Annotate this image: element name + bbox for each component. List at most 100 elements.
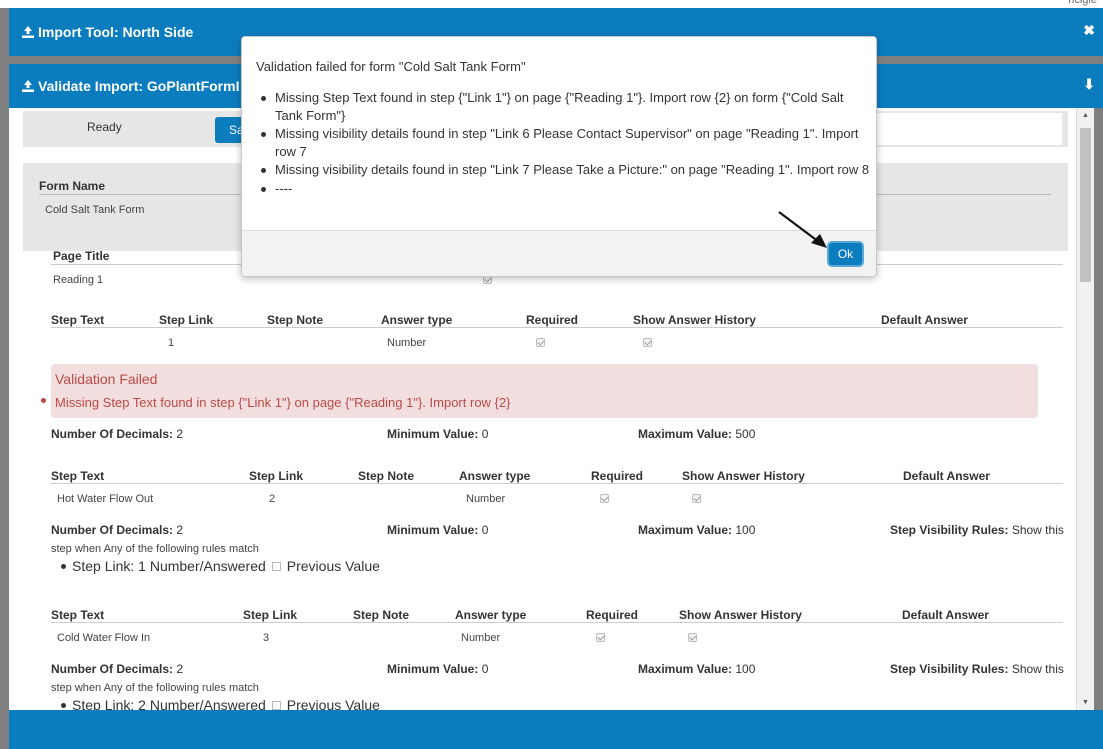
annotation-arrow-icon — [778, 211, 827, 248]
visibility-label: Step Visibility Rules: — [890, 662, 1009, 676]
top-strip: ncigle — [0, 0, 1103, 8]
answer-type-value: Number — [461, 632, 501, 644]
arrow-down-icon[interactable]: ⬇ — [1083, 76, 1095, 93]
rule-item: Step Link: 2 Number/Answered Previous Va… — [61, 697, 380, 710]
max-field: Maximum Value: 100 — [638, 662, 755, 676]
col-step-note: Step Note — [358, 469, 415, 483]
decimals-value: 2 — [176, 523, 184, 537]
col-step-text: Step Text — [51, 608, 105, 622]
previous-value-label: Previous Value — [286, 558, 380, 574]
col-step-link: Step Link — [249, 469, 304, 483]
bottom-footer-bar — [9, 710, 1103, 749]
col-answer-type: Answer type — [381, 313, 453, 327]
step-link-value: 1 — [168, 337, 175, 349]
col-step-text: Step Text — [51, 313, 105, 327]
dialog-error-list: Missing Step Text found in step {"Link 1… — [260, 89, 870, 198]
list-item: Missing visibility details found in step… — [260, 125, 870, 160]
show-history-checkbox — [692, 494, 701, 503]
rule-text: Step Link: 2 Number/Answered — [72, 697, 266, 710]
divider — [51, 622, 1063, 623]
show-history-checkbox — [643, 338, 652, 347]
col-step-note: Step Note — [267, 313, 324, 327]
step-text-value: Cold Water Flow In — [57, 632, 151, 644]
bullet — [41, 398, 46, 403]
list-item: ---- — [260, 180, 870, 198]
form-name-header: Form Name — [39, 179, 106, 193]
required-checkbox — [536, 338, 545, 347]
max-label: Maximum Value: — [638, 662, 733, 676]
min-field: Minimum Value: 0 — [387, 523, 488, 537]
rules-intro: step when Any of the following rules mat… — [51, 543, 259, 555]
previous-value-checkbox[interactable] — [271, 561, 281, 571]
bullet — [61, 563, 66, 569]
col-show-history: Show Answer History — [679, 608, 802, 622]
max-field: Maximum Value: 100 — [638, 523, 755, 537]
col-step-link: Step Link — [159, 313, 214, 327]
max-label: Maximum Value: — [638, 523, 733, 537]
step-text-value: Hot Water Flow Out — [57, 493, 154, 505]
show-history-checkbox — [688, 633, 697, 642]
min-value: 0 — [481, 662, 489, 676]
validation-failed-message: Missing Step Text found in step {"Link 1… — [55, 395, 511, 410]
required-checkbox — [600, 494, 609, 503]
previous-value-label: Previous Value — [286, 697, 380, 710]
import-tool-title: Import Tool: North Side — [22, 24, 193, 40]
list-item: Missing visibility details found in step… — [260, 161, 870, 179]
decimals-label: Number Of Decimals: — [51, 523, 174, 537]
col-default-answer: Default Answer — [881, 313, 968, 327]
scrollbar-thumb[interactable] — [1080, 128, 1091, 282]
max-value: 100 — [735, 523, 756, 537]
list-item: Missing Step Text found in step {"Link 1… — [260, 89, 870, 124]
col-answer-type: Answer type — [455, 608, 527, 622]
visibility-label: Step Visibility Rules: — [890, 523, 1009, 537]
top-fragment-text: ncigle — [1068, 0, 1097, 6]
scroll-down-arrow-icon[interactable]: ▼ — [1082, 699, 1089, 706]
col-show-history: Show Answer History — [682, 469, 805, 483]
visibility-value: Show this — [1011, 662, 1064, 676]
validation-failed-heading: Validation Failed — [55, 371, 158, 387]
visibility-field: Step Visibility Rules: Show this — [890, 662, 1064, 676]
col-step-text: Step Text — [51, 469, 105, 483]
visibility-value: Show this — [1011, 523, 1064, 537]
close-icon[interactable]: ✖ — [1083, 22, 1095, 39]
min-label: Minimum Value: — [387, 427, 479, 441]
col-default-answer: Default Answer — [903, 469, 990, 483]
decimals-value: 2 — [176, 427, 184, 441]
answer-type-value: Number — [387, 337, 427, 349]
decimals-value: 2 — [176, 662, 184, 676]
min-field: Minimum Value: 0 — [387, 662, 488, 676]
ready-label: Ready — [87, 120, 122, 134]
decimals-label: Number Of Decimals: — [51, 662, 174, 676]
rule-text: Step Link: 1 Number/Answered — [72, 558, 266, 574]
col-required: Required — [586, 608, 639, 622]
col-show-history: Show Answer History — [633, 313, 756, 327]
bullet — [61, 702, 66, 708]
decimals-field: Number Of Decimals: 2 — [51, 523, 183, 537]
decimals-label: Number Of Decimals: — [51, 427, 174, 441]
step-link-value: 2 — [269, 493, 276, 505]
divider — [51, 327, 1063, 328]
validate-import-title: Validate Import: GoPlantFormI — [22, 78, 239, 94]
page-title-header: Page Title — [53, 249, 110, 263]
page-title-value: Reading 1 — [53, 274, 104, 286]
import-tool-title-text: Import Tool: North Side — [38, 24, 194, 40]
rule-item: Step Link: 1 Number/Answered Previous Va… — [61, 558, 380, 574]
scroll-up-arrow-icon[interactable]: ▲ — [1082, 112, 1089, 119]
previous-value-checkbox[interactable] — [271, 700, 281, 710]
dialog-title: Validation failed for form "Cold Salt Ta… — [256, 59, 526, 74]
max-label: Maximum Value: — [638, 427, 733, 441]
validation-failed-alert: Validation Failed Missing Step Text foun… — [51, 364, 1038, 418]
upload-icon — [22, 80, 34, 92]
col-step-note: Step Note — [353, 608, 410, 622]
content-scrollbar[interactable]: ▲ ▼ — [1076, 108, 1094, 710]
rules-intro: step when Any of the following rules mat… — [51, 682, 259, 694]
max-value: 500 — [735, 427, 756, 441]
validate-import-title-text: Validate Import: GoPlantFormI — [38, 78, 240, 94]
upload-icon — [22, 26, 34, 38]
min-value: 0 — [481, 427, 489, 441]
col-required: Required — [526, 313, 579, 327]
decimals-field: Number Of Decimals: 2 — [51, 427, 183, 441]
min-field: Minimum Value: 0 — [387, 427, 488, 441]
visibility-field: Step Visibility Rules: Show this — [890, 523, 1064, 537]
max-value: 100 — [735, 662, 756, 676]
